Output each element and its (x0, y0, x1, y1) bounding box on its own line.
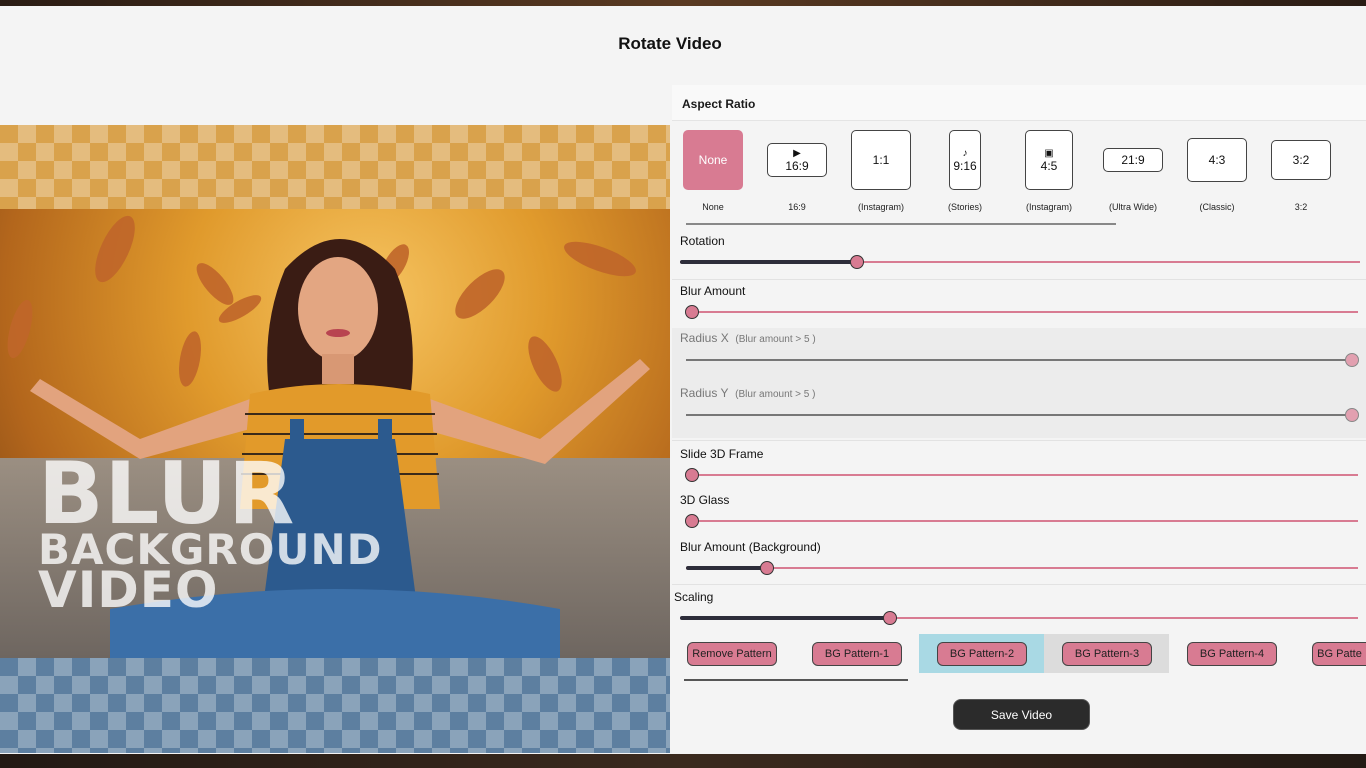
aspect-ratio-option[interactable]: ♪ 9:16 (Stories) (925, 130, 1005, 220)
aspect-ratio-option[interactable]: 3:2 3:2 (1261, 130, 1341, 220)
aspect-ratio-box[interactable]: ♪ 9:16 (949, 130, 981, 190)
window-bottom-border (0, 754, 1366, 768)
radius-x-label: Radius X (Blur amount > 5 ) (680, 331, 816, 345)
overlay-text-video: VIDEO (38, 561, 219, 619)
blur-background-slider[interactable] (686, 560, 1358, 576)
glass-3d-label: 3D Glass (680, 493, 730, 507)
radius-y-label: Radius Y (Blur amount > 5 ) (680, 386, 815, 400)
aspect-ratio-caption: 16:9 (788, 202, 806, 212)
aspect-ratio-box[interactable]: 21:9 (1103, 148, 1163, 172)
radius-x-hint: (Blur amount > 5 ) (735, 334, 816, 345)
blur-background-slider-thumb[interactable] (759, 561, 774, 575)
aspect-ratio-option[interactable]: ▶ 16:9 16:9 (757, 130, 837, 220)
blur-background-label: Blur Amount (Background) (680, 540, 821, 554)
aspect-ratio-option[interactable]: ▣ 4:5 (Instagram) (1009, 130, 1089, 220)
aspect-ratio-box-label: 4:3 (1208, 153, 1226, 167)
pattern-button[interactable]: BG Patte (1312, 642, 1366, 666)
pattern-button[interactable]: BG Pattern-1 (812, 642, 902, 666)
pattern-band-top (0, 125, 670, 209)
divider (672, 279, 1366, 280)
aspect-ratio-box[interactable]: 3:2 (1271, 140, 1331, 180)
aspect-ratio-box-label: 16:9 (785, 158, 809, 173)
radius-x-label-text: Radius X (680, 331, 729, 345)
scaling-slider[interactable] (680, 610, 1358, 626)
rotation-slider[interactable] (680, 254, 1360, 270)
aspect-ratio-caption: 3:2 (1294, 202, 1308, 212)
aspect-ratio-box[interactable]: ▶ 16:9 (767, 143, 827, 177)
blur-amount-label: Blur Amount (680, 284, 746, 298)
window-top-border (0, 0, 1366, 6)
instagram-icon: ▣ (1044, 147, 1054, 159)
glass-3d-slider[interactable] (685, 513, 1358, 529)
radius-y-label-text: Radius Y (680, 386, 729, 400)
slide-3d-label: Slide 3D Frame (680, 447, 764, 461)
aspect-ratio-box-label: 1:1 (872, 153, 890, 167)
aspect-ratio-box-label: 4:5 (1040, 158, 1058, 173)
aspect-ratio-header: Aspect Ratio (672, 85, 1366, 121)
aspect-ratio-scrollbar[interactable] (686, 223, 1116, 225)
scaling-slider-thumb[interactable] (883, 611, 898, 625)
divider (672, 584, 1366, 585)
radius-y-slider[interactable] (686, 407, 1359, 423)
aspect-ratio-box-label: 21:9 (1121, 153, 1145, 167)
scaling-label: Scaling (674, 590, 714, 604)
aspect-ratio-option[interactable]: None None (673, 130, 753, 220)
aspect-ratio-box-label: 3:2 (1292, 153, 1310, 167)
aspect-ratio-option[interactable]: 21:9 (Ultra Wide) (1093, 130, 1173, 220)
aspect-ratio-caption: (Stories) (947, 202, 982, 212)
aspect-ratio-caption: (Instagram) (1025, 202, 1072, 212)
youtube-icon: ▶ (793, 147, 801, 159)
aspect-ratio-heading: Aspect Ratio (682, 97, 756, 111)
aspect-ratio-box[interactable]: 4:3 (1187, 138, 1247, 182)
aspect-ratio-box-label: 9:16 (953, 158, 977, 173)
aspect-ratio-box[interactable]: None (683, 130, 743, 190)
aspect-ratio-option[interactable]: 4:3 (Classic) (1177, 130, 1257, 220)
rotation-label: Rotation (680, 234, 725, 248)
aspect-ratio-box[interactable]: ▣ 4:5 (1025, 130, 1073, 190)
aspect-ratio-caption: (Ultra Wide) (1108, 202, 1157, 212)
pattern-button[interactable]: Remove Pattern (687, 642, 777, 666)
rotation-slider-thumb[interactable] (849, 255, 864, 269)
aspect-ratio-option[interactable]: 1:1 (Instagram) (841, 130, 921, 220)
glass-3d-slider-thumb[interactable] (685, 514, 699, 528)
pattern-scrollbar[interactable] (684, 679, 908, 681)
divider (672, 440, 1366, 441)
radius-x-slider-thumb[interactable] (1345, 353, 1359, 367)
settings-panel: Aspect Ratio None None ▶ 16:9 16:9 1:1 (Instag… (672, 85, 1366, 754)
aspect-ratio-caption: (Classic) (1199, 202, 1235, 212)
pattern-band-bottom (0, 658, 670, 753)
save-video-button[interactable]: Save Video (953, 699, 1090, 730)
tiktok-icon: ♪ (962, 147, 968, 159)
blur-amount-slider-thumb[interactable] (685, 305, 699, 319)
blur-amount-slider[interactable] (685, 304, 1358, 320)
aspect-ratio-box-label: None (698, 153, 728, 167)
radius-y-hint: (Blur amount > 5 ) (735, 389, 816, 400)
pattern-button[interactable]: BG Pattern-2 (937, 642, 1027, 666)
pattern-button[interactable]: BG Pattern-4 (1187, 642, 1277, 666)
aspect-ratio-caption: None (702, 202, 724, 212)
page-title: Rotate Video (618, 34, 722, 53)
radius-x-slider[interactable] (686, 352, 1359, 368)
radius-y-slider-thumb[interactable] (1345, 408, 1359, 422)
slide-3d-slider-thumb[interactable] (685, 468, 699, 482)
aspect-ratio-box[interactable]: 1:1 (851, 130, 911, 190)
slide-3d-slider[interactable] (685, 467, 1358, 483)
pattern-button[interactable]: BG Pattern-3 (1062, 642, 1152, 666)
video-preview: BLUR BACKGROUND VIDEO (0, 125, 670, 753)
aspect-ratio-caption: (Instagram) (857, 202, 904, 212)
